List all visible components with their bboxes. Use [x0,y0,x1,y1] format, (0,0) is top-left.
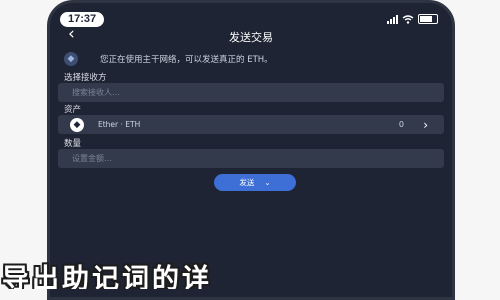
signal-icon [387,14,398,24]
chevron-right-icon: › [423,117,428,132]
amount-input[interactable]: 设置金额... [58,149,444,168]
page-title: 发送交易 [229,31,273,44]
notice-text: 您正在使用主干网络，可以发送真正的 ETH。 [100,55,273,65]
caption-overlay: 导出助记词的详 [2,264,212,289]
recipient-input[interactable]: 搜索接收人... [58,83,444,102]
asset-balance: 0 [398,120,404,129]
battery-icon [418,14,438,24]
recipient-placeholder: 搜索接收人... [72,88,120,97]
status-time: 17:37 [60,11,105,27]
chevron-down-icon: ⌄ [264,178,271,187]
amount-label: 数量 [64,139,82,149]
recipient-label: 选择接收方 [64,73,107,83]
next-button[interactable]: 发送 ⌄ [214,174,296,191]
asset-selector[interactable]: ◆ Ether · ETH 0 › [58,115,444,134]
status-icons [387,14,438,24]
amount-placeholder: 设置金额... [72,154,112,163]
nav-bar: ‹ 发送交易 [50,25,452,45]
next-button-label: 发送 [239,178,255,187]
status-bar: 17:37 [60,11,438,27]
network-notice: ◆ 您正在使用主干网络，可以发送真正的 ETH。 [64,49,438,69]
wifi-icon [402,14,414,24]
eth-icon: ◆ [64,52,78,66]
ether-coin-icon: ◆ [70,117,84,132]
asset-label: 资产 [64,105,82,115]
asset-name: Ether · ETH [98,120,141,129]
phone-frame: 17:37 ‹ 发送交易 ◆ 您正在使用主干网络，可以发送真正的 ETH。 选择… [47,0,455,300]
